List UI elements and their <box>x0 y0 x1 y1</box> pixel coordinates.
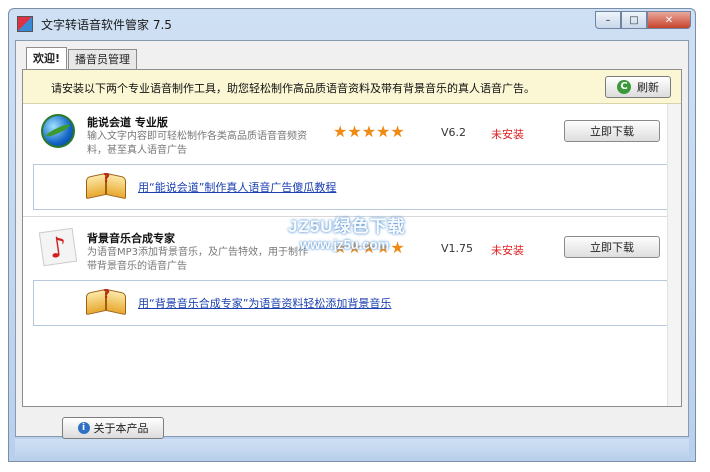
watermark: JZ5U绿色下载 www.jz5u.com <box>288 212 428 256</box>
product-name: 背景音乐合成专家 <box>87 232 175 245</box>
tab-announcer-management[interactable]: 播音员管理 <box>68 49 138 69</box>
product-name: 能说会道 专业版 <box>87 116 168 129</box>
install-status: 未安装 <box>491 128 524 141</box>
title-bar[interactable]: 文字转语音软件管家 7.5 – □ ✕ <box>9 9 695 39</box>
watermark-line2: www.jz5u.com <box>300 237 390 252</box>
tutorial-box: ? 用“能说会道”制作真人语音广告傻瓜教程 <box>33 164 671 210</box>
download-button[interactable]: 立即下载 <box>564 120 660 142</box>
info-icon: i <box>77 422 90 434</box>
product-description: 为语音MP3添加背景音乐，及广告特效，用于制作带背景音乐的语音广告 <box>87 247 309 272</box>
product-version: V1.75 <box>441 242 474 255</box>
about-label: 关于本产品 <box>93 422 149 435</box>
window-controls: – □ ✕ <box>595 11 691 29</box>
music-note-icon: ♪ <box>38 227 78 267</box>
book-icon: ? <box>86 287 128 317</box>
tutorial-link[interactable]: 用“能说会道”制作真人语音广告傻瓜教程 <box>138 179 336 195</box>
about-button[interactable]: i 关于本产品 <box>62 417 164 439</box>
scrollbar[interactable] <box>667 104 681 406</box>
book-icon: ? <box>86 171 128 201</box>
window-title: 文字转语音软件管家 7.5 <box>41 17 172 32</box>
tutorial-link[interactable]: 用“背景音乐合成专家”为语音资料轻松添加背景音乐 <box>138 295 391 311</box>
status-bar <box>15 439 689 457</box>
maximize-button[interactable]: □ <box>621 11 647 29</box>
product-item-nengshuohuidao: 能说会道 专业版 输入文字内容即可轻松制作各类高品质语音音频资料，甚至真人语音广… <box>23 106 681 164</box>
tab-strip: 欢迎! 播音员管理 <box>26 47 138 70</box>
watermark-line1: JZ5U绿色下载 <box>288 217 406 236</box>
close-button[interactable]: ✕ <box>647 11 691 29</box>
notice-banner: 请安装以下两个专业语音制作工具，助您轻松制作高品质语音资料及带有背景音乐的真人语… <box>23 70 681 104</box>
tutorial-box: ? 用“背景音乐合成专家”为语音资料轻松添加背景音乐 <box>33 280 671 326</box>
product-description: 输入文字内容即可轻松制作各类高品质语音音频资料，甚至真人语音广告 <box>87 131 307 156</box>
tab-welcome[interactable]: 欢迎! <box>26 47 68 70</box>
download-button[interactable]: 立即下载 <box>564 236 660 258</box>
refresh-icon: C <box>617 80 631 94</box>
rating-stars: ★★★★★ <box>333 122 405 141</box>
refresh-button[interactable]: C 刷新 <box>605 76 671 98</box>
minimize-button[interactable]: – <box>595 11 621 29</box>
notice-text: 请安装以下两个专业语音制作工具，助您轻松制作高品质语音资料及带有背景音乐的真人语… <box>51 82 535 95</box>
app-icon <box>17 16 33 32</box>
install-status: 未安装 <box>491 244 524 257</box>
globe-icon <box>41 114 75 148</box>
refresh-label: 刷新 <box>637 81 659 94</box>
product-version: V6.2 <box>441 126 467 139</box>
